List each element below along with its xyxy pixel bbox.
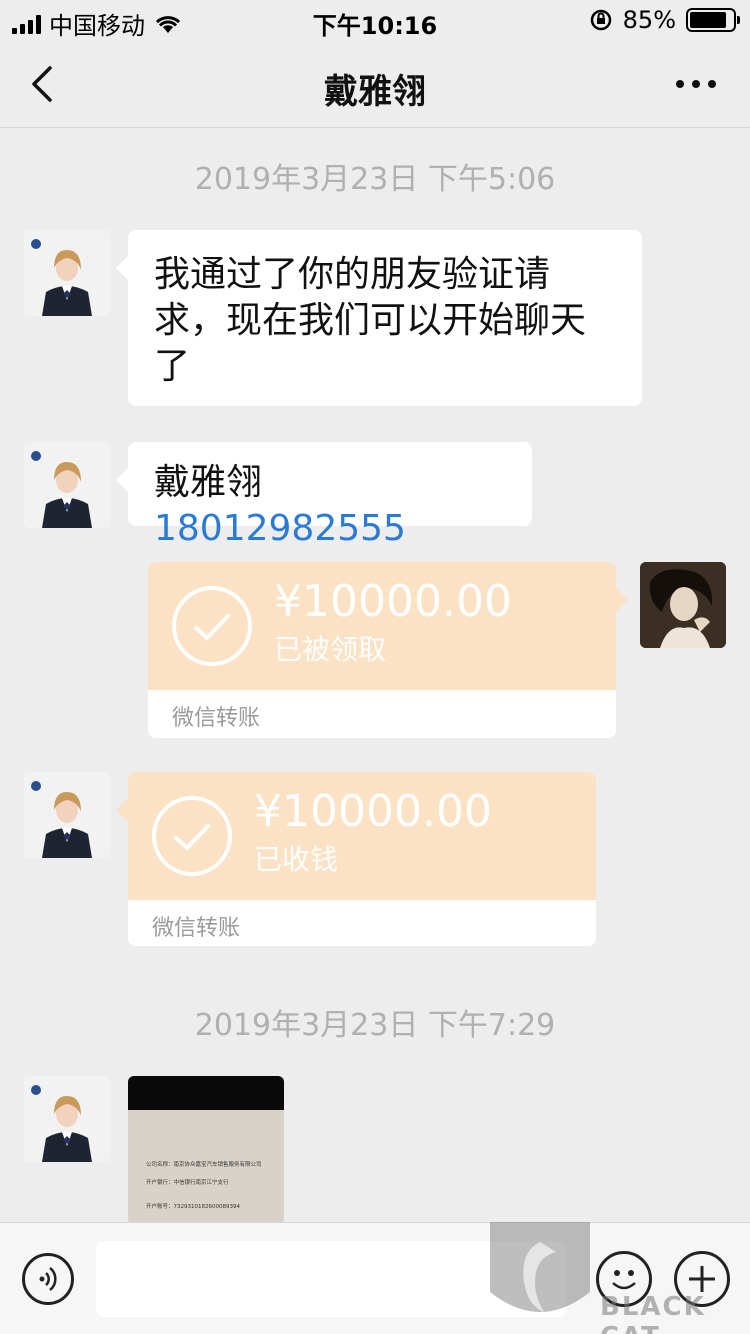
transfer-card[interactable]: ¥10000.00 已收钱 微信转账 [128,772,596,946]
bank-info-photo: 公司名称：南京协众嘉宝汽车销售服务有限公司 开户银行：中信银行南京江宁支行 开户… [128,1076,284,1224]
avatar-photo [24,230,110,316]
input-bar [0,1222,750,1334]
rotation-lock-icon [590,9,611,31]
avatar[interactable] [24,772,110,858]
message-text: 我通过了你的朋友验证请求，现在我们可以开始聊天了 [154,254,587,387]
status-bar: 中国移动 下午10:16 85% [0,0,750,40]
nav-bar: 戴雅翎 [0,40,750,128]
transfer-status: 已收钱 [254,843,339,876]
voice-icon[interactable] [22,1253,74,1305]
bubble-tail [616,588,628,612]
transfer-label: 微信转账 [128,900,596,946]
check-circle-icon [172,586,252,666]
transfer-card[interactable]: ¥10000.00 已被领取 微信转账 [148,562,616,738]
message-bubble[interactable]: 戴雅翎 18012982555 [116,442,532,549]
battery-percent: 85% [622,6,676,34]
image-text-line: 开户账号：7329310182600089394 [146,1202,240,1210]
emoji-icon[interactable] [596,1251,652,1307]
contact-name-text: 戴雅翎 [154,462,263,503]
message-bubble[interactable]: 我通过了你的朋友验证请求，现在我们可以开始聊天了 [116,230,642,406]
avatar-photo [24,442,110,528]
transfer-card-top: ¥10000.00 已被领取 [148,562,616,690]
transfer-card-top: ¥10000.00 已收钱 [128,772,596,900]
phone-link[interactable]: 18012982555 [154,508,406,549]
avatar[interactable] [24,1076,110,1162]
battery-fill [690,12,726,28]
avatar-photo [24,772,110,858]
timestamp: 2019年3月23日 下午7:29 [194,1008,556,1043]
plus-icon[interactable] [674,1251,730,1307]
image-text-line: 公司名称：南京协众嘉宝汽车销售服务有限公司 [146,1160,262,1168]
image-text-line: 开户银行：中信银行南京江宁支行 [146,1178,229,1186]
image-message[interactable]: 公司名称：南京协众嘉宝汽车销售服务有限公司 开户银行：中信银行南京江宁支行 开户… [128,1076,284,1224]
transfer-amount: ¥10000.00 [254,786,492,837]
status-right: 85% [589,6,740,34]
avatar-photo [24,1076,110,1162]
timestamp: 2019年3月23日 下午5:06 [194,162,556,197]
transfer-amount: ¥10000.00 [274,576,512,627]
more-dots-icon[interactable] [676,70,720,98]
transfer-label: 微信转账 [148,690,616,738]
battery-icon [686,8,740,32]
chat-title: 戴雅翎 [324,72,426,112]
avatar[interactable] [24,230,110,316]
self-avatar[interactable] [640,562,726,648]
avatar-photo [640,562,726,648]
avatar[interactable] [24,442,110,528]
bubble-tail [116,798,128,822]
check-circle-icon [152,796,232,876]
message-input[interactable] [96,1241,566,1317]
transfer-status: 已被领取 [274,633,387,666]
